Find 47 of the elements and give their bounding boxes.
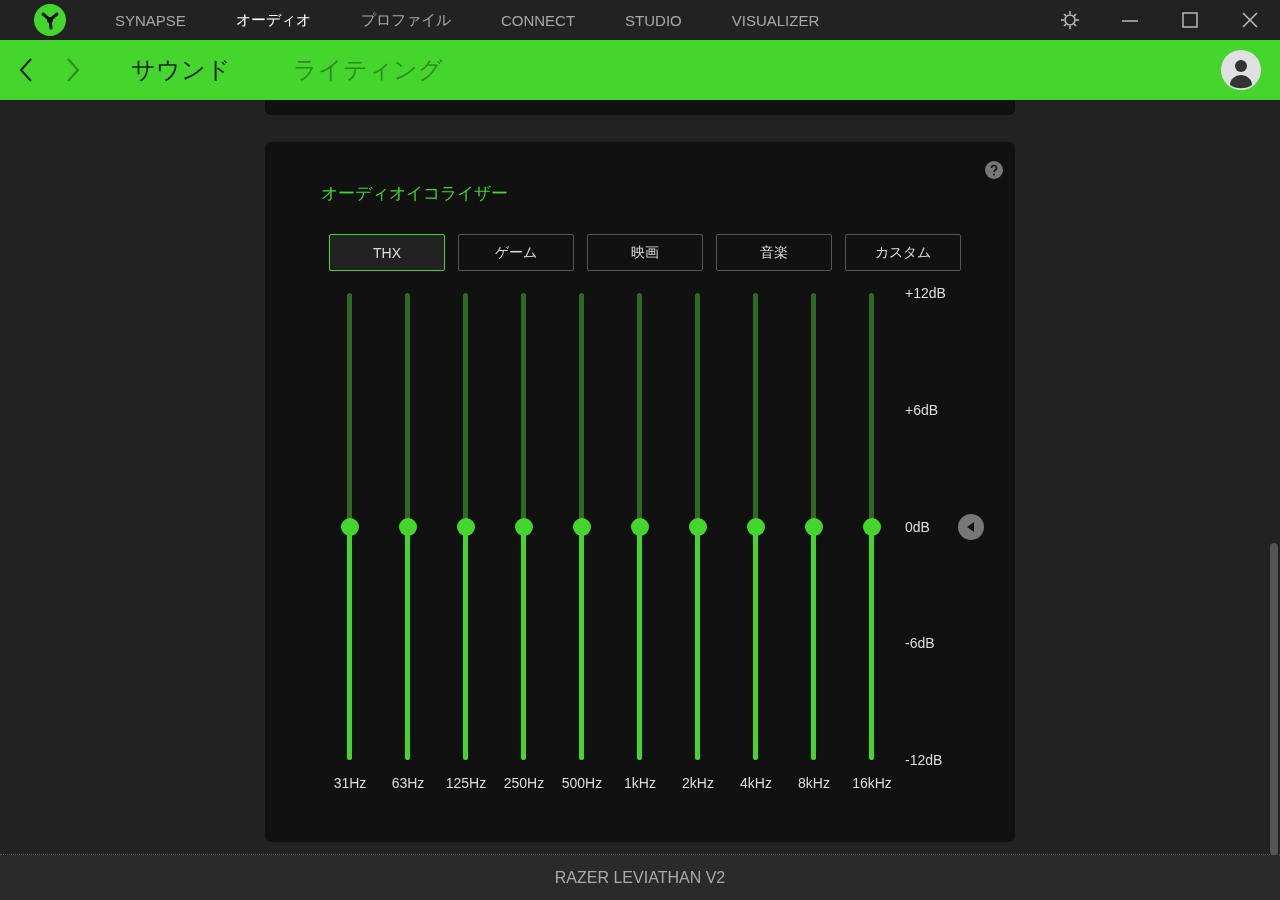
eq-slider[interactable] [747,293,765,760]
frequency-label: 63Hz [391,775,425,791]
frequency-label: 4kHz [740,775,772,791]
scale-label: -6dB [905,634,936,654]
eq-slider[interactable] [631,293,649,760]
logo-icon [34,4,66,36]
eq-slider[interactable] [805,293,823,760]
preset-button[interactable]: THX [329,234,445,271]
nav-tab[interactable]: プロファイル [360,10,451,30]
settings-icon[interactable] [1060,10,1080,30]
eq-slider[interactable] [863,293,881,760]
nav-tab[interactable]: VISUALIZER [731,10,820,30]
help-icon[interactable] [985,161,1003,179]
preset-button[interactable]: ゲーム [458,234,574,271]
frequency-label: 2kHz [682,775,714,791]
scale-label: +12dB [905,284,946,303]
close-icon[interactable] [1240,10,1260,30]
frequency-label: 1kHz [624,775,656,791]
eq-slider[interactable] [515,293,533,760]
maximize-icon[interactable] [1180,10,1200,30]
scale-label: +6dB [905,400,940,420]
preset-button[interactable]: 映画 [587,234,703,271]
panel-title: オーディオイコライザー [321,183,509,204]
scale-label: -12dB [905,751,944,770]
frequency-label: 8kHz [798,775,830,791]
eq-slider[interactable] [341,293,359,760]
eq-slider[interactable] [457,293,475,760]
scrollbar[interactable] [1270,543,1278,855]
nav-tab[interactable]: CONNECT [500,10,576,30]
nav-tab[interactable]: SYNAPSE [115,10,186,30]
frequency-label: 500Hz [561,775,603,791]
nav-tab[interactable]: STUDIO [625,10,682,30]
reset-button[interactable] [957,513,984,540]
scale-label: 0dB [905,517,931,537]
nav-tab[interactable]: オーディオ [235,10,311,30]
preset-button[interactable]: カスタム [845,234,961,271]
eq-slider[interactable] [689,293,707,760]
avatar-icon[interactable] [1221,50,1261,90]
eq-slider[interactable] [399,293,417,760]
frequency-label: 16kHz [852,775,892,791]
device-name: RAZER LEVIATHAN V2 [554,868,726,887]
frequency-label: 125Hz [445,775,487,791]
frequency-label: 250Hz [503,775,545,791]
eq-slider[interactable] [573,293,591,760]
sub-tab[interactable]: サウンド [131,54,231,86]
frequency-label: 31Hz [333,775,367,791]
preset-button[interactable]: 音楽 [716,234,832,271]
